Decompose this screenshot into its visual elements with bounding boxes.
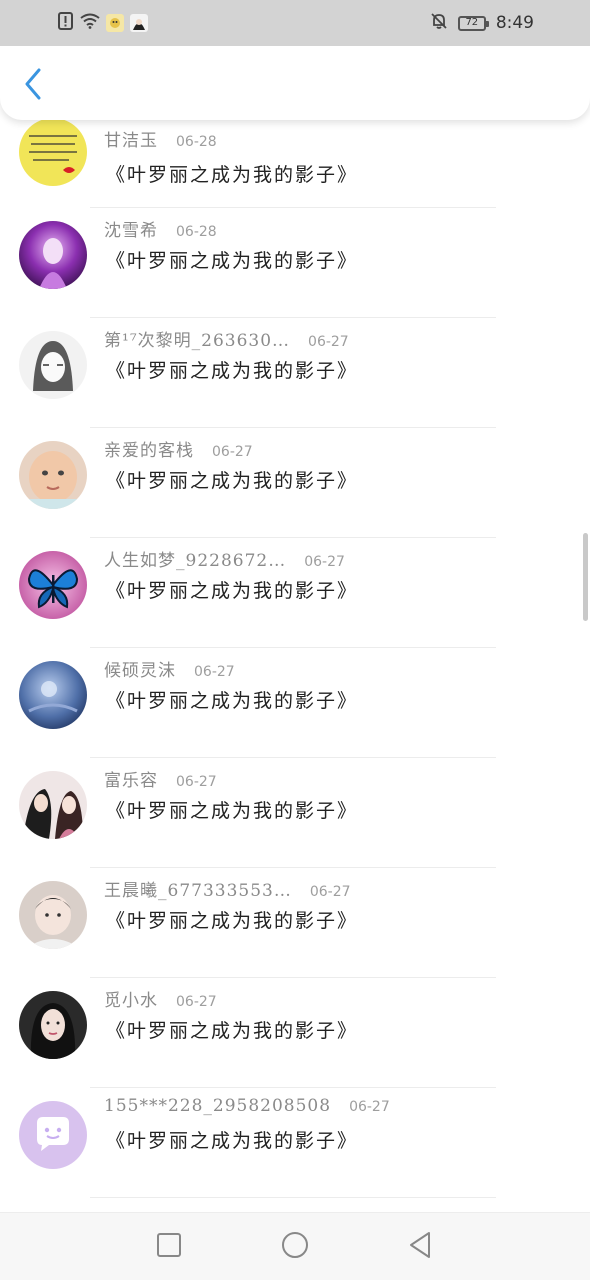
battery-level: 72 bbox=[465, 17, 479, 28]
message-text: 《叶罗丽之成为我的影子》 bbox=[106, 164, 359, 186]
system-nav-bar bbox=[0, 1212, 590, 1280]
list-item[interactable]: 王晨曦_677333553… 06-27 《叶罗丽之成为我的影子》 bbox=[0, 868, 590, 978]
list-item[interactable]: 富乐容 06-27 《叶罗丽之成为我的影子》 bbox=[0, 758, 590, 868]
list-item[interactable]: 候硕灵沫 06-27 《叶罗丽之成为我的影子》 bbox=[0, 648, 590, 758]
divider bbox=[90, 1197, 496, 1198]
alert-icon bbox=[58, 12, 74, 34]
list-item[interactable]: 人生如梦_9228672… 06-27 《叶罗丽之成为我的影子》 bbox=[0, 538, 590, 648]
home-icon bbox=[281, 1231, 309, 1263]
sender-name: 王晨曦_677333553… bbox=[104, 881, 292, 901]
sender-name: 沈雪希 bbox=[104, 221, 158, 241]
avatar bbox=[19, 331, 87, 399]
back-icon bbox=[407, 1231, 433, 1263]
sender-name: 觅小水 bbox=[104, 991, 158, 1011]
message-text: 《叶罗丽之成为我的影子》 bbox=[106, 800, 359, 822]
status-bar: 72 8:49 bbox=[0, 0, 590, 46]
back-button[interactable] bbox=[16, 66, 50, 106]
app-avatar-icon bbox=[130, 14, 148, 32]
message-date: 06-28 bbox=[176, 134, 217, 150]
list-item[interactable]: 亲爱的客栈 06-27 《叶罗丽之成为我的影子》 bbox=[0, 428, 590, 538]
list-item[interactable]: 沈雪希 06-28 《叶罗丽之成为我的影子》 bbox=[0, 208, 590, 318]
sender-name: 候硕灵沫 bbox=[104, 661, 176, 681]
chevron-left-icon bbox=[23, 68, 43, 104]
sender-name: 155***228_2958208508 bbox=[104, 1096, 332, 1116]
wifi-icon bbox=[80, 13, 100, 33]
message-text: 《叶罗丽之成为我的影子》 bbox=[106, 910, 359, 932]
avatar bbox=[19, 771, 87, 839]
message-list: 甘洁玉 06-28 《叶罗丽之成为我的影子》 沈雪希 06-28 《叶罗丽之成为… bbox=[0, 118, 590, 1198]
message-text: 《叶罗丽之成为我的影子》 bbox=[106, 250, 359, 272]
message-text: 《叶罗丽之成为我的影子》 bbox=[106, 1020, 359, 1042]
bell-muted-icon bbox=[430, 12, 448, 34]
sender-name: 亲爱的客栈 bbox=[104, 441, 194, 461]
message-date: 06-27 bbox=[308, 334, 349, 350]
message-date: 06-27 bbox=[176, 774, 217, 790]
list-item[interactable]: 155***228_2958208508 06-27 《叶罗丽之成为我的影子》 bbox=[0, 1088, 590, 1198]
scrollbar-thumb[interactable] bbox=[583, 533, 588, 621]
message-date: 06-27 bbox=[309, 884, 351, 900]
message-text: 《叶罗丽之成为我的影子》 bbox=[106, 580, 359, 602]
recent-apps-icon bbox=[156, 1232, 182, 1262]
message-text: 《叶罗丽之成为我的影子》 bbox=[106, 690, 359, 712]
nav-back-button[interactable] bbox=[404, 1231, 436, 1263]
message-date: 06-27 bbox=[349, 1099, 390, 1115]
status-time: 8:49 bbox=[495, 13, 534, 33]
list-item[interactable]: 觅小水 06-27 《叶罗丽之成为我的影子》 bbox=[0, 978, 590, 1088]
message-date: 06-27 bbox=[194, 664, 235, 680]
app-avatar-icon bbox=[106, 14, 124, 32]
recent-apps-button[interactable] bbox=[153, 1231, 185, 1263]
avatar bbox=[19, 991, 87, 1059]
list-item[interactable]: 甘洁玉 06-28 《叶罗丽之成为我的影子》 bbox=[0, 118, 590, 208]
message-text: 《叶罗丽之成为我的影子》 bbox=[106, 470, 359, 492]
avatar bbox=[19, 661, 87, 729]
avatar bbox=[19, 1101, 87, 1169]
message-text: 《叶罗丽之成为我的影子》 bbox=[106, 1130, 359, 1152]
avatar bbox=[19, 441, 87, 509]
avatar bbox=[19, 881, 87, 949]
avatar bbox=[19, 221, 87, 289]
message-date: 06-28 bbox=[176, 224, 217, 240]
home-button[interactable] bbox=[279, 1231, 311, 1263]
sender-name: 第¹⁷次黎明_263630… bbox=[104, 331, 291, 351]
avatar bbox=[19, 551, 87, 619]
avatar bbox=[19, 118, 87, 186]
sender-name: 人生如梦_9228672… bbox=[104, 551, 287, 571]
screen: 72 8:49 甘洁玉 06-28 《叶罗丽之成为我的影子》 沈雪希 06-28… bbox=[0, 0, 590, 1280]
sender-name: 富乐容 bbox=[104, 771, 158, 791]
battery-icon: 72 bbox=[457, 15, 489, 31]
message-date: 06-27 bbox=[304, 554, 345, 570]
message-date: 06-27 bbox=[212, 444, 253, 460]
list-item[interactable]: 第¹⁷次黎明_263630… 06-27 《叶罗丽之成为我的影子》 bbox=[0, 318, 590, 428]
message-date: 06-27 bbox=[176, 994, 217, 1010]
sender-name: 甘洁玉 bbox=[104, 131, 158, 151]
header bbox=[0, 46, 590, 120]
message-text: 《叶罗丽之成为我的影子》 bbox=[106, 360, 359, 382]
